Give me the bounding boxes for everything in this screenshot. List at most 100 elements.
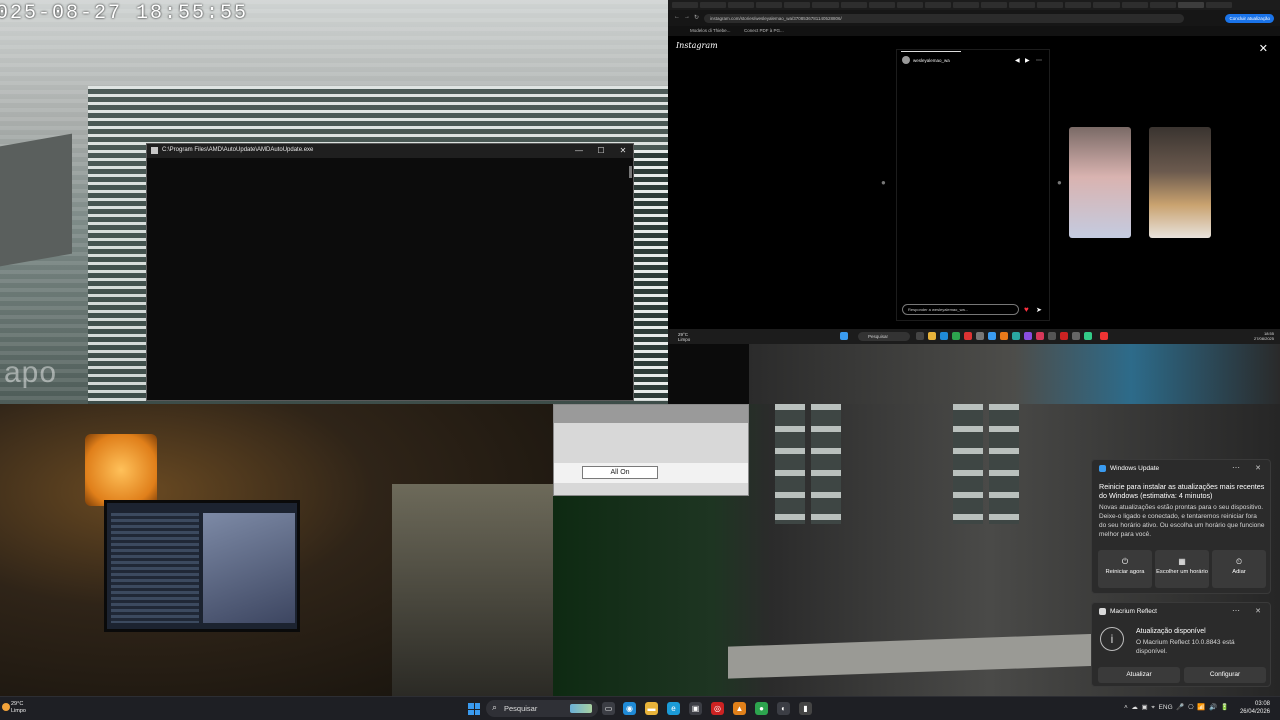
- console-window[interactable]: C:\Program Files\AMD\AutoUpdate\AMDAutoU…: [146, 143, 634, 401]
- close-icon[interactable]: ✕: [1259, 42, 1268, 55]
- taskbar-app-icon[interactable]: [1048, 332, 1056, 340]
- chevron-right-icon[interactable]: ●: [1057, 178, 1062, 187]
- search-box[interactable]: ⌕ Pesquisar: [486, 700, 598, 717]
- more-icon[interactable]: ⋯: [1036, 57, 1042, 64]
- browser-tab[interactable]: [952, 2, 980, 8]
- mute-icon[interactable]: ◀: [1015, 57, 1020, 64]
- windows-update-toast[interactable]: Windows Update ⋯ ✕ Reinicie para instala…: [1091, 459, 1271, 594]
- close-button[interactable]: ✕: [616, 146, 630, 155]
- update-button[interactable]: Atualizar: [1098, 667, 1180, 683]
- heart-icon[interactable]: ♥: [1024, 305, 1029, 314]
- instagram-logo[interactable]: Instagram: [676, 41, 718, 50]
- configure-button[interactable]: Configurar: [1184, 667, 1266, 683]
- bookmark-item[interactable]: Conect PDF à PG...: [744, 28, 784, 33]
- close-icon[interactable]: ✕: [1255, 464, 1261, 472]
- taskbar-app-icon[interactable]: [964, 332, 972, 340]
- clock-icon: ⏲: [1235, 557, 1243, 566]
- taskbar-app-icon[interactable]: [976, 332, 984, 340]
- all-on-button[interactable]: All On: [582, 466, 658, 479]
- story-thumbnail[interactable]: [1069, 127, 1131, 238]
- taskbar-app-icon[interactable]: [1100, 332, 1108, 340]
- taskbar-app-icon[interactable]: [1024, 332, 1032, 340]
- browser-tab[interactable]: [1065, 2, 1092, 8]
- taskbar-app-icon[interactable]: [916, 332, 924, 340]
- browser-tab[interactable]: [868, 2, 895, 8]
- chrome-icon[interactable]: ◉: [623, 702, 636, 715]
- close-icon[interactable]: ✕: [1255, 607, 1261, 615]
- browser-tab[interactable]: [1093, 2, 1120, 8]
- browser-tab[interactable]: [1009, 2, 1036, 8]
- story-username[interactable]: wesleyalemao_wa: [913, 58, 950, 63]
- play-icon[interactable]: ▶: [1025, 57, 1030, 64]
- maximize-button[interactable]: ☐: [594, 146, 608, 155]
- taskbar-app-icon[interactable]: [1012, 332, 1020, 340]
- edge-icon[interactable]: e: [667, 702, 680, 715]
- forward-icon[interactable]: →: [684, 14, 690, 20]
- start-button[interactable]: [468, 703, 480, 715]
- macrium-icon: [1099, 608, 1106, 615]
- file-explorer-icon[interactable]: ▬: [645, 702, 658, 715]
- more-icon[interactable]: ⋯: [1232, 463, 1240, 472]
- taskbar-app-icon[interactable]: [1084, 332, 1092, 340]
- vlc-icon[interactable]: ▲: [733, 702, 746, 715]
- weather-widget[interactable]: 29°C Limpo: [11, 701, 26, 715]
- browser-tab[interactable]: [700, 2, 727, 8]
- restart-now-button[interactable]: ⏻ Reiniciar agora: [1098, 550, 1152, 588]
- browser-tab[interactable]: [1149, 2, 1176, 8]
- edge-icon[interactable]: [940, 332, 948, 340]
- obs-icon[interactable]: ◐: [777, 702, 790, 715]
- chrome-icon[interactable]: [952, 332, 960, 340]
- browser-tab[interactable]: [756, 2, 783, 8]
- postpone-button[interactable]: ⏲ Adiar: [1212, 550, 1266, 588]
- browser-tab[interactable]: [672, 2, 699, 8]
- window-frame: [953, 404, 983, 524]
- weather-icon[interactable]: [2, 703, 10, 711]
- console-titlebar[interactable]: C:\Program Files\AMD\AutoUpdate\AMDAutoU…: [147, 144, 633, 158]
- browser-tab-active[interactable]: [1177, 2, 1204, 8]
- browser-tab[interactable]: [1121, 2, 1148, 8]
- macrium-toast[interactable]: Macrium Reflect ⋯ ✕ i Atualização dispon…: [1091, 602, 1271, 687]
- browser-tab[interactable]: [840, 2, 867, 8]
- taskbar-app-icon[interactable]: [1000, 332, 1008, 340]
- send-icon[interactable]: ➤: [1036, 306, 1042, 314]
- update-browser-button[interactable]: Concluir atualização: [1225, 14, 1274, 23]
- browser-tab[interactable]: [924, 2, 951, 8]
- address-bar[interactable]: instagram.com/stories/wesleyalemao_wa/37…: [704, 14, 1184, 23]
- console-scrollbar[interactable]: [629, 166, 632, 178]
- reload-icon[interactable]: ↻: [694, 14, 699, 21]
- story-thumbnail[interactable]: [1149, 127, 1211, 238]
- language-indicator[interactable]: ENG: [1159, 704, 1173, 711]
- browser-tab-strip[interactable]: [668, 0, 1280, 10]
- bookmark-item[interactable]: Modelos di Thiebe...: [690, 28, 730, 33]
- story-viewer[interactable]: wesleyalemao_wa ◀ ▶ ⋯ Responder a wesley…: [896, 49, 1050, 321]
- browser-tab[interactable]: [784, 2, 811, 8]
- browser-tab[interactable]: [812, 2, 839, 8]
- browser-tab[interactable]: [981, 2, 1008, 8]
- store-icon[interactable]: ▣: [689, 702, 702, 715]
- taskbar-app-icon[interactable]: [1060, 332, 1068, 340]
- task-view-icon[interactable]: ▭: [602, 702, 615, 715]
- avatar[interactable]: [902, 56, 910, 64]
- app-icon[interactable]: ▮: [799, 702, 812, 715]
- choose-time-button[interactable]: ▦ Escolher um horário: [1155, 550, 1209, 588]
- chrome-icon[interactable]: ●: [755, 702, 768, 715]
- remote-search[interactable]: Pesquisar: [858, 332, 910, 341]
- system-tray[interactable]: ˄ ☁ ▣ ⌖ ENG 🎤 ⎔ 📶 🔊 🔋: [1124, 703, 1229, 712]
- chevron-left-icon[interactable]: ●: [881, 178, 886, 187]
- clock[interactable]: 03:08 26/04/2026: [1240, 700, 1270, 716]
- browser-tab[interactable]: [896, 2, 923, 8]
- taskbar-app-icon[interactable]: [988, 332, 996, 340]
- minimize-button[interactable]: —: [572, 146, 586, 155]
- remote-clock[interactable]: 18:55 27/08/2025: [1254, 331, 1274, 341]
- windows-icon[interactable]: [840, 332, 848, 340]
- browser-tab[interactable]: [728, 2, 755, 8]
- browser-tab[interactable]: [1205, 2, 1232, 8]
- browser-tab[interactable]: [1037, 2, 1064, 8]
- taskbar-app-icon[interactable]: [1036, 332, 1044, 340]
- back-icon[interactable]: ←: [674, 14, 680, 20]
- more-icon[interactable]: ⋯: [1232, 606, 1240, 615]
- folder-icon[interactable]: [928, 332, 936, 340]
- reply-input[interactable]: Responder a wesleyalemao_wa...: [902, 304, 1019, 315]
- app-icon[interactable]: ◎: [711, 702, 724, 715]
- taskbar-app-icon[interactable]: [1072, 332, 1080, 340]
